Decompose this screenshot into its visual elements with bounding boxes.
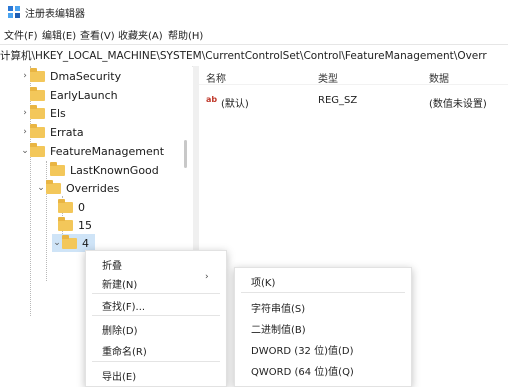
tree-item-earlylaunch[interactable]: EarlyLaunch [20, 86, 118, 104]
folder-icon [58, 198, 73, 213]
chevron-down-icon[interactable]: ⌄ [20, 146, 30, 156]
menu-edit[interactable]: 编辑(E) [42, 27, 76, 42]
column-header-name[interactable]: 名称 [206, 70, 226, 85]
tree-item-0[interactable]: 0 [58, 198, 85, 216]
tree-item-15[interactable]: 15 [58, 216, 92, 234]
tree-item-overrides[interactable]: ⌄ Overrides [36, 179, 119, 197]
folder-icon [46, 179, 61, 194]
value-type-cell: REG_SZ [318, 95, 358, 106]
new-qword-value-item[interactable]: QWORD (64 位)值(Q) [251, 363, 354, 378]
menu-find[interactable]: 查找(F)... [102, 298, 145, 313]
new-key-item[interactable]: 项(K) [251, 274, 275, 289]
menu-new[interactable]: 新建(N) [102, 276, 137, 291]
tree-scrollbar[interactable] [184, 140, 187, 168]
tree-item-label: Errata [50, 125, 84, 139]
menu-rename[interactable]: 重命名(R) [102, 343, 147, 358]
tree-item-label: DmaSecurity [50, 69, 122, 83]
menu-export[interactable]: 导出(E) [102, 368, 136, 383]
chevron-right-icon[interactable]: › [20, 71, 30, 81]
new-string-value-item[interactable]: 字符串值(S) [251, 300, 305, 315]
column-header-data[interactable]: 数据 [429, 70, 449, 85]
menu-bar: 文件(F) 编辑(E) 查看(V) 收藏夹(A) 帮助(H) [0, 24, 508, 44]
chevron-right-icon[interactable]: › [20, 127, 30, 137]
folder-icon [30, 142, 45, 157]
tree-item-els[interactable]: › Els [20, 104, 66, 122]
tree-item-errata[interactable]: › Errata [20, 123, 84, 141]
chevron-right-icon: › [205, 272, 209, 282]
tree-item-label: Els [50, 106, 66, 120]
tree-item-lastknowngood[interactable]: LastKnownGood [40, 161, 159, 179]
string-value-icon: ab [206, 95, 218, 104]
tree-item-label: EarlyLaunch [50, 88, 118, 102]
tree-item-label: 4 [82, 236, 89, 250]
folder-icon [30, 86, 45, 101]
chevron-down-icon[interactable]: ⌄ [52, 238, 62, 248]
menu-delete[interactable]: 删除(D) [102, 322, 138, 337]
chevron-down-icon[interactable]: ⌄ [36, 183, 46, 193]
tree-item-label: FeatureManagement [50, 144, 165, 158]
folder-icon [30, 104, 45, 119]
tree-item-label: LastKnownGood [70, 163, 159, 177]
tree-item-dmasecurity[interactable]: › DmaSecurity [20, 67, 121, 85]
folder-icon [30, 123, 45, 138]
tree-item-label: 15 [78, 218, 92, 232]
menu-view[interactable]: 查看(V) [80, 27, 115, 42]
menu-help[interactable]: 帮助(H) [168, 27, 203, 42]
chevron-right-icon[interactable]: › [20, 108, 30, 118]
folder-icon [30, 67, 45, 82]
menu-separator [92, 293, 220, 294]
menu-separator [241, 292, 405, 293]
window-title: 注册表编辑器 [25, 9, 85, 20]
tree-item-label: Overrides [66, 181, 120, 195]
header-divider [199, 84, 508, 85]
tree-item-featuremanagement[interactable]: ⌄ FeatureManagement [20, 142, 164, 160]
menu-separator [92, 361, 220, 362]
new-dword-value-item[interactable]: DWORD (32 位)值(D) [251, 342, 354, 357]
new-binary-value-item[interactable]: 二进制值(B) [251, 321, 306, 336]
tree-item-label: 0 [78, 200, 85, 214]
menu-separator [92, 315, 220, 316]
menu-file[interactable]: 文件(F) [4, 27, 38, 42]
address-path[interactable]: 计算机\HKEY_LOCAL_MACHINE\SYSTEM\CurrentCon… [0, 48, 487, 63]
folder-icon [58, 216, 73, 231]
new-submenu: 项(K) 字符串值(S) 二进制值(B) DWORD (32 位)值(D) QW… [234, 267, 412, 387]
address-bar[interactable]: 计算机\HKEY_LOCAL_MACHINE\SYSTEM\CurrentCon… [0, 44, 508, 67]
value-data-cell: (数值未设置) [429, 99, 487, 110]
menu-collapse[interactable]: 折叠 [102, 257, 122, 272]
column-header-type[interactable]: 类型 [318, 70, 338, 85]
value-name-cell[interactable]: (默认) [221, 95, 249, 110]
folder-icon [62, 234, 77, 249]
folder-icon [50, 161, 65, 176]
context-menu: 折叠 新建(N) 查找(F)... 删除(D) 重命名(R) 导出(E) [85, 250, 227, 387]
menu-favorites[interactable]: 收藏夹(A) [118, 27, 163, 42]
regedit-icon [8, 6, 20, 18]
